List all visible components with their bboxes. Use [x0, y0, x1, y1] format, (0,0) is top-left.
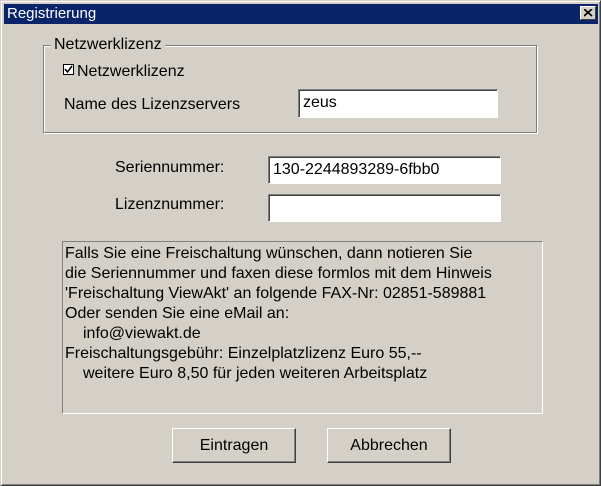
license-server-label: Name des Lizenzservers [64, 96, 241, 113]
info-line: Oder senden Sie eine eMail an: [65, 305, 290, 322]
license-number-label: Lizenznummer: [115, 196, 225, 213]
network-license-checkbox[interactable] [63, 64, 74, 76]
info-text-box: Falls Sie eine Freischaltung wünschen, d… [62, 241, 543, 414]
serial-number-input[interactable]: 130-2244893289-6fbb0 [268, 156, 501, 184]
cancel-button[interactable]: Abbrechen [327, 428, 451, 463]
info-line: Falls Sie eine Freischaltung wünschen, d… [65, 245, 473, 262]
network-license-checkbox-row[interactable]: Netzwerklizenz [63, 61, 185, 83]
license-number-input[interactable] [268, 194, 501, 222]
info-line: Freischaltungsgebühr: Einzelplatzlizenz … [65, 345, 422, 362]
serial-number-label: Seriennummer: [115, 159, 225, 176]
license-server-input[interactable]: zeus [298, 89, 498, 118]
register-button[interactable]: Eintragen [172, 428, 296, 463]
close-button[interactable] [580, 6, 596, 20]
title-bar[interactable]: Registrierung [4, 4, 598, 24]
registration-dialog: Registrierung Netzwerklizenz Netzwerkliz… [0, 0, 601, 486]
info-line: 'Freischaltung ViewAkt' an folgende FAX-… [65, 285, 487, 302]
network-license-group-title: Netzwerklizenz [51, 35, 165, 55]
info-line: die Seriennummer und faxen diese formlos… [65, 265, 492, 282]
network-license-checkbox-label: Netzwerklizenz [77, 63, 185, 80]
info-line: weitere Euro 8,50 für jeden weiteren Arb… [83, 365, 428, 382]
close-icon [584, 9, 593, 17]
info-email: info@viewakt.de [83, 325, 201, 342]
window-title: Registrierung [7, 5, 97, 22]
